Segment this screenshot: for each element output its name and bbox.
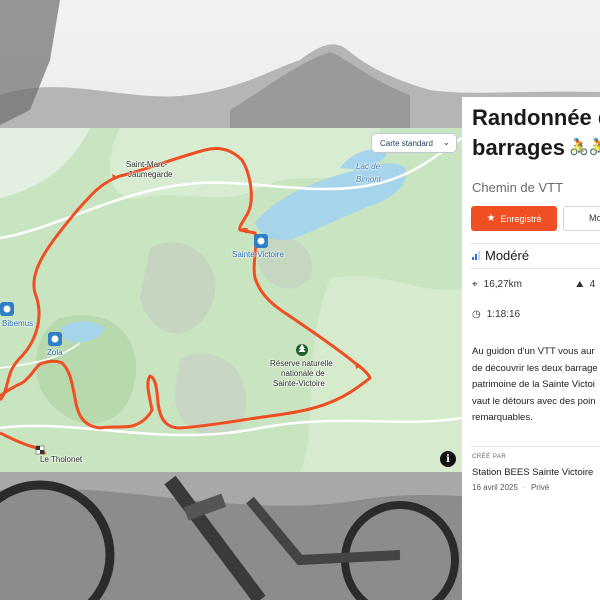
distance-value: 16,27km: [483, 279, 522, 290]
clock-icon: ◷: [472, 309, 481, 320]
more-button-label: Mo: [589, 213, 600, 223]
map-label-reserve-1: Réserve naturelle: [270, 359, 333, 368]
description-line: Au guidon d'un VTT vous aur: [472, 346, 595, 357]
chevron-down-icon: ⌄: [442, 137, 450, 147]
route-title: Randonnée d barrages 🚴🚴: [472, 103, 600, 163]
map-label-saint-marc: Saint-Marc-: [126, 160, 168, 169]
duration-value: 1:18:16: [486, 309, 521, 320]
saved-button[interactable]: ★ Enregistré: [471, 206, 557, 231]
description-line: remarquables.: [472, 412, 533, 423]
divider: [471, 446, 600, 447]
reserve-tree-marker: [296, 344, 308, 356]
map-canvas[interactable]: [0, 128, 462, 472]
route-title-line2: barrages: [472, 135, 565, 160]
map-style-dropdown[interactable]: Carte standard ⌄: [371, 133, 457, 153]
signal-bars-icon: [472, 251, 480, 260]
mountain-icon: ⛰: [576, 279, 584, 289]
route-map[interactable]: Carte standard ⌄ Saint-Marc- Jaumegarde …: [0, 128, 462, 472]
description-line: de découvrir les deux barrage: [472, 362, 598, 374]
route-type: Chemin de VTT: [472, 180, 564, 195]
visibility-label: Privé: [530, 483, 550, 492]
info-button[interactable]: i: [440, 451, 456, 467]
map-label-sainte-victoire: Sainte-Victoire: [232, 250, 284, 259]
route-description: Au guidon d'un VTT vous aur de découvrir…: [472, 344, 600, 427]
map-label-bimont-lake: Bimont: [356, 175, 381, 184]
divider: [471, 268, 600, 269]
difficulty-row: Modéré: [472, 248, 529, 263]
more-button[interactable]: Mo: [563, 206, 600, 231]
map-label-reserve-3: Sainte-Victoire: [273, 379, 325, 388]
author-name[interactable]: Station BEES Sainte Victoire: [472, 467, 593, 478]
difficulty-label: Modéré: [485, 248, 530, 263]
star-icon: ★: [486, 213, 496, 224]
route-detail-panel: Randonnée d barrages 🚴🚴 Chemin de VTT ★ …: [462, 97, 600, 600]
elevation-stat: ⛰ 4: [576, 279, 595, 290]
map-pin-icon: ⌖: [472, 279, 478, 290]
start-finish-flag: [35, 445, 45, 455]
distance-stat: ⌖ 16,27km: [472, 279, 522, 290]
description-line: patrimoine de la Sainte Victoi: [472, 379, 595, 390]
map-label-lac-de: Lac de: [356, 162, 381, 171]
route-title-line1: Randonnée d: [472, 105, 600, 130]
duration-stat: ◷ 1:18:16: [472, 309, 520, 320]
created-by-label: CRÉÉ PAR: [472, 454, 507, 460]
creation-date: 16 avril 2025: [472, 483, 518, 492]
poi-bimont-marker: [0, 302, 14, 316]
poi-sainte-victoire-marker: [254, 234, 268, 248]
description-line: vaut le détours avec des poin: [472, 395, 596, 407]
route-meta: 16 avril 2025 · Privé: [472, 483, 550, 492]
elevation-value: 4: [589, 279, 596, 290]
map-label-jaumegarde: Jaumegarde: [128, 170, 173, 179]
bike-emoji-icon: 🚴🚴: [568, 139, 600, 156]
map-label-bibemus: Bibemus: [2, 319, 34, 328]
map-label-reserve-2: nationale de: [281, 369, 325, 378]
map-label-zola: Zola: [47, 348, 63, 357]
map-style-label: Carte standard: [380, 138, 433, 148]
saved-button-label: Enregistré: [500, 213, 542, 224]
map-label-le-tholonet: Le Tholonet: [40, 455, 83, 464]
divider: [471, 243, 600, 244]
poi-zola-marker: [48, 332, 62, 346]
